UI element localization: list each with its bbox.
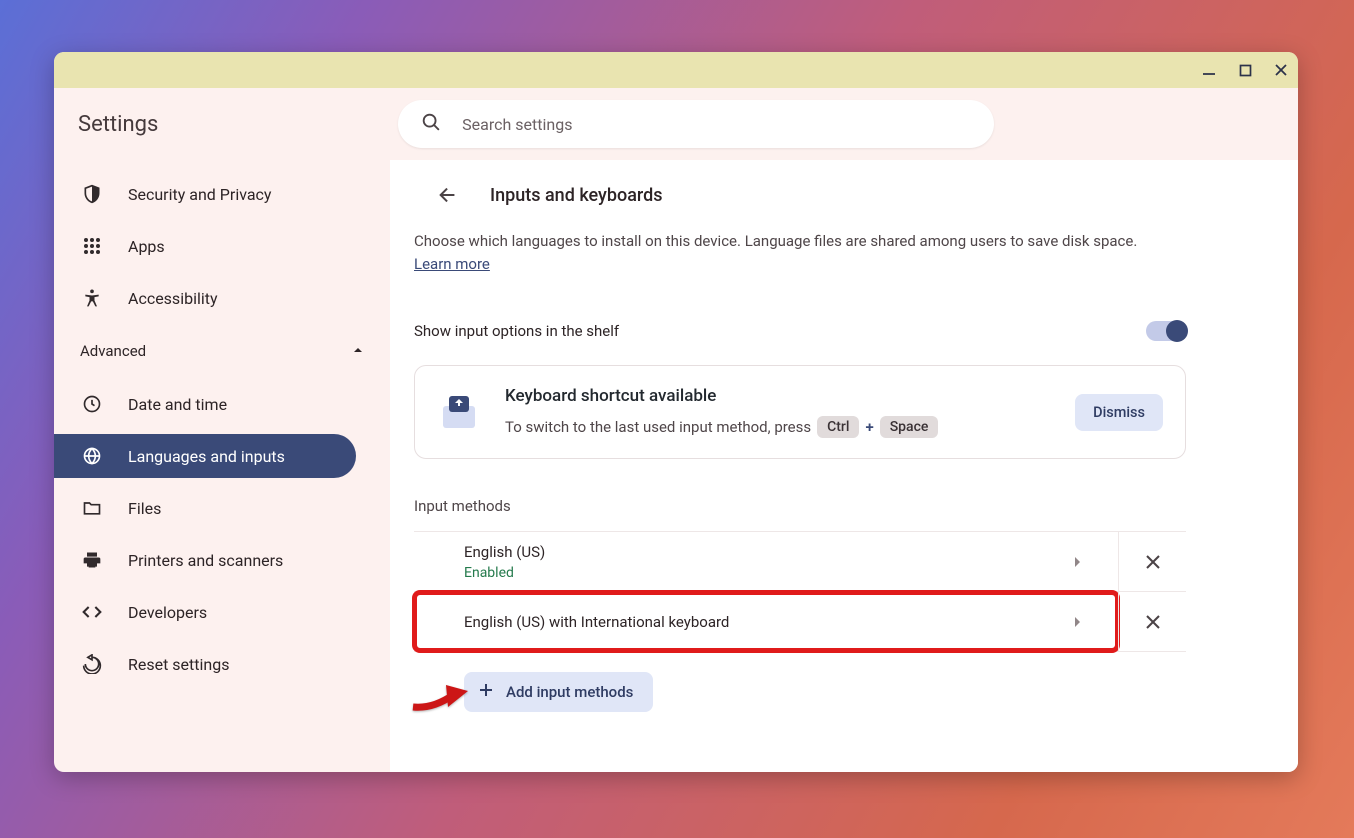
input-method-row: English (US) with International keyboard	[414, 592, 1186, 652]
sidebar-item-label: Apps	[128, 237, 165, 256]
sidebar-item-label: Security and Privacy	[128, 185, 271, 204]
remove-input-method-button[interactable]	[1135, 544, 1171, 580]
search-input[interactable]	[462, 115, 972, 134]
minimize-button[interactable]	[1202, 63, 1216, 77]
sidebar-item-label: Date and time	[128, 395, 227, 414]
chevron-up-icon	[352, 342, 364, 360]
dismiss-button[interactable]: Dismiss	[1075, 394, 1163, 431]
accessibility-icon	[80, 286, 104, 310]
sidebar-item-languages-inputs[interactable]: Languages and inputs	[54, 434, 356, 478]
shortcut-card-title: Keyboard shortcut available	[505, 386, 1051, 406]
globe-icon	[80, 444, 104, 468]
sidebar-item-label: Accessibility	[128, 289, 218, 308]
plus-icon	[478, 682, 494, 702]
page-description: Choose which languages to install on thi…	[414, 230, 1186, 275]
sidebar-item-developers[interactable]: Developers	[54, 590, 390, 634]
sidebar-item-reset-settings[interactable]: Reset settings	[54, 642, 390, 686]
shelf-setting-toggle[interactable]	[1146, 321, 1186, 341]
input-method-main[interactable]: English (US) with International keyboard	[414, 592, 1118, 651]
sidebar-item-label: Languages and inputs	[128, 447, 285, 466]
folder-icon	[80, 496, 104, 520]
search-box[interactable]	[398, 100, 994, 148]
key-space: Space	[880, 416, 939, 438]
app-header: Settings	[54, 88, 1298, 160]
sidebar-section-label: Advanced	[80, 342, 146, 360]
sidebar-item-label: Files	[128, 499, 161, 518]
shortcut-card-subtitle: To switch to the last used input method,…	[505, 416, 1051, 438]
input-methods-label: Input methods	[414, 497, 1186, 515]
window-titlebar	[54, 52, 1298, 88]
reset-icon	[80, 652, 104, 676]
maximize-button[interactable]	[1238, 63, 1252, 77]
sidebar-item-label: Printers and scanners	[128, 551, 283, 570]
sidebar-item-label: Developers	[128, 603, 207, 622]
grid-icon	[80, 234, 104, 258]
shortcut-card: Keyboard shortcut available To switch to…	[414, 365, 1186, 459]
key-ctrl: Ctrl	[817, 416, 859, 438]
page-title: Inputs and keyboards	[490, 185, 663, 206]
chevron-right-icon	[1068, 556, 1088, 568]
printer-icon	[80, 548, 104, 572]
sidebar-item-files[interactable]: Files	[54, 486, 390, 530]
main-content: Inputs and keyboards Choose which langua…	[390, 160, 1298, 772]
search-icon	[420, 111, 442, 137]
clock-icon	[80, 392, 104, 416]
input-method-status: Enabled	[464, 565, 545, 581]
sidebar-item-security-privacy[interactable]: Security and Privacy	[54, 172, 390, 216]
sidebar-item-date-time[interactable]: Date and time	[54, 382, 390, 426]
add-button-label: Add input methods	[506, 683, 633, 701]
input-method-name: English (US)	[464, 543, 545, 561]
sidebar-item-printers-scanners[interactable]: Printers and scanners	[54, 538, 390, 582]
add-input-methods-button[interactable]: Add input methods	[464, 672, 653, 712]
learn-more-link[interactable]: Learn more	[414, 255, 490, 273]
sidebar-item-label: Reset settings	[128, 655, 229, 674]
shield-icon	[80, 182, 104, 206]
back-button[interactable]	[430, 177, 466, 213]
sidebar-item-apps[interactable]: Apps	[54, 224, 390, 268]
keyboard-shortcut-icon	[437, 390, 481, 434]
close-button[interactable]	[1274, 63, 1288, 77]
sidebar: Security and Privacy Apps Accessibility …	[54, 160, 390, 772]
input-method-row: English (US) Enabled	[414, 532, 1186, 592]
code-icon	[80, 600, 104, 624]
input-method-main[interactable]: English (US) Enabled	[414, 532, 1118, 591]
app-title: Settings	[78, 112, 158, 137]
input-methods-list: English (US) Enabled English (US) with I…	[414, 531, 1186, 652]
key-separator: +	[865, 418, 873, 436]
input-method-name: English (US) with International keyboard	[464, 613, 729, 631]
remove-input-method-button[interactable]	[1135, 604, 1171, 640]
sidebar-item-accessibility[interactable]: Accessibility	[54, 276, 390, 320]
shelf-setting-label: Show input options in the shelf	[414, 322, 619, 340]
chevron-right-icon	[1068, 616, 1088, 628]
sidebar-section-advanced[interactable]: Advanced	[54, 328, 390, 374]
